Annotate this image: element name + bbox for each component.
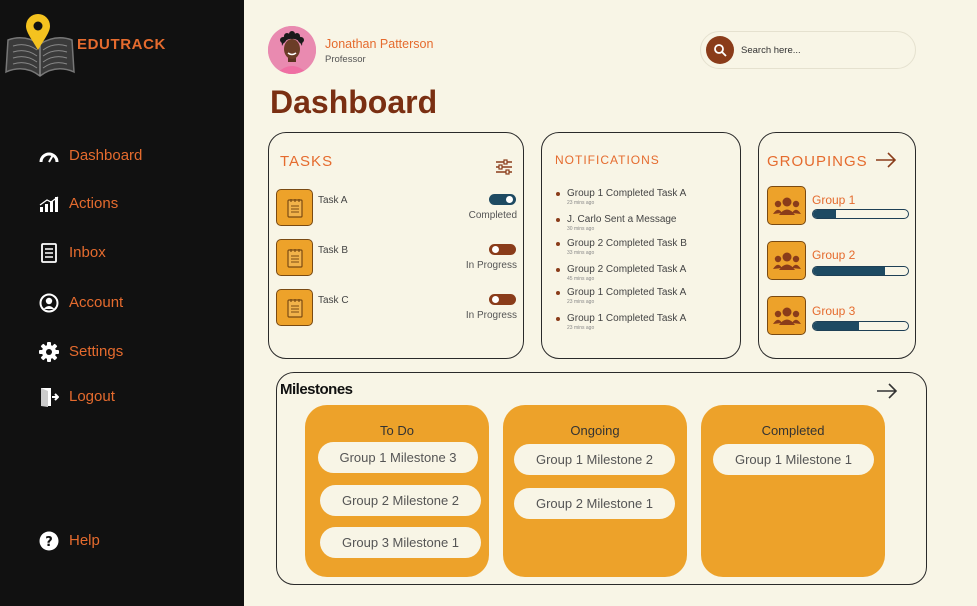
- tasks-card: TASKS Task A Completed Task B In Progres…: [268, 132, 524, 359]
- notification-text: Group 1 Completed Task A: [556, 287, 686, 298]
- search-input[interactable]: [741, 44, 901, 56]
- notification-time: 33 mins ago: [567, 250, 595, 256]
- milestone-column-title: To Do: [380, 423, 414, 438]
- sidebar-item-dashboard[interactable]: Dashboard: [38, 145, 142, 166]
- task-toggle[interactable]: [489, 244, 516, 255]
- svg-text:?: ?: [45, 535, 53, 550]
- task-status: In Progress: [465, 260, 517, 271]
- group-progress-bar: [812, 266, 909, 276]
- bar-chart-icon: [38, 193, 59, 214]
- sidebar-item-label: Settings: [69, 343, 124, 360]
- groupings-title: GROUPINGS: [767, 153, 868, 170]
- group-name: Group 3: [812, 304, 856, 318]
- milestone-column-title: Ongoing: [570, 423, 620, 438]
- users-icon[interactable]: [767, 186, 806, 225]
- milestone-column-title: Completed: [761, 423, 825, 438]
- group-name: Group 2: [812, 248, 856, 262]
- sidebar-item-inbox[interactable]: Inbox: [38, 242, 106, 263]
- notifications-title: NOTIFICATIONS: [555, 153, 660, 167]
- group-progress-bar: [812, 321, 909, 331]
- notification-item[interactable]: Group 1 Completed Task A 23 mins ago: [556, 313, 686, 331]
- arrow-right-icon[interactable]: [876, 382, 898, 405]
- notification-time: 23 mins ago: [567, 325, 595, 331]
- notification-item[interactable]: Group 1 Completed Task A 23 mins ago: [556, 188, 686, 206]
- avatar[interactable]: [268, 26, 316, 74]
- sidebar: EDUTRACK Dashboard Actions Inbox Account…: [0, 0, 244, 606]
- notification-time: 23 mins ago: [567, 299, 595, 305]
- sidebar-item-settings[interactable]: Settings: [38, 341, 123, 362]
- profile-name: Jonathan Patterson: [325, 37, 434, 51]
- milestone-item[interactable]: Group 2 Milestone 1: [514, 488, 675, 519]
- page-title: Dashboard: [270, 84, 438, 120]
- notifications-card: NOTIFICATIONS Group 1 Completed Task A 2…: [541, 132, 741, 359]
- group-name: Group 1: [812, 193, 856, 207]
- notification-text: Group 2 Completed Task B: [556, 238, 687, 249]
- notification-text: Group 2 Completed Task A: [556, 264, 686, 275]
- task-status: Completed: [468, 210, 517, 221]
- sidebar-item-actions[interactable]: Actions: [38, 193, 118, 214]
- notification-time: 30 mins ago: [567, 226, 595, 232]
- notification-text: Group 1 Completed Task A: [556, 313, 686, 324]
- milestone-column-ongoing: Ongoing Group 1 Milestone 2 Group 2 Mile…: [503, 405, 687, 577]
- notification-item[interactable]: Group 2 Completed Task B 33 mins ago: [556, 238, 687, 256]
- sidebar-item-help[interactable]: ? Help: [38, 530, 100, 551]
- arrow-right-icon[interactable]: [875, 151, 897, 174]
- sidebar-item-label: Dashboard: [69, 147, 143, 164]
- sidebar-item-label: Logout: [69, 388, 115, 405]
- task-toggle[interactable]: [489, 294, 516, 305]
- notification-time: 45 mins ago: [567, 276, 595, 282]
- sidebar-item-logout[interactable]: Logout: [38, 386, 115, 407]
- notepad-icon[interactable]: [276, 189, 313, 226]
- milestone-item[interactable]: Group 3 Milestone 1: [320, 527, 481, 558]
- milestone-column-completed: Completed Group 1 Milestone 1: [701, 405, 885, 577]
- task-toggle[interactable]: [489, 194, 516, 205]
- tasks-title: TASKS: [280, 153, 334, 170]
- notification-item[interactable]: Group 2 Completed Task A 45 mins ago: [556, 264, 686, 282]
- speedometer-icon: [38, 145, 59, 166]
- group-progress-bar: [812, 209, 909, 219]
- milestone-item[interactable]: Group 2 Milestone 2: [320, 485, 481, 516]
- group-progress-fill: [813, 322, 859, 330]
- users-icon[interactable]: [767, 241, 806, 280]
- book-location-pin-icon: [4, 14, 76, 80]
- sidebar-item-label: Account: [69, 294, 124, 311]
- sidebar-item-account[interactable]: Account: [38, 292, 123, 313]
- task-name: Task B: [318, 245, 349, 256]
- brand-name: EDUTRACK: [77, 36, 166, 53]
- users-icon[interactable]: [767, 296, 806, 335]
- milestones-title: Milestones: [280, 381, 353, 398]
- document-icon: [38, 242, 59, 263]
- milestone-column-todo: To Do Group 1 Milestone 3 Group 2 Milest…: [305, 405, 489, 577]
- group-progress-fill: [813, 210, 836, 218]
- task-status: In Progress: [465, 310, 517, 321]
- milestone-item[interactable]: Group 1 Milestone 2: [514, 444, 675, 475]
- door-exit-icon: [38, 386, 59, 407]
- groupings-card: GROUPINGS Group 1 Group 2 Group 3: [758, 132, 916, 359]
- sliders-icon[interactable]: [495, 159, 513, 180]
- profile-role: Professor: [325, 54, 366, 65]
- sidebar-item-label: Actions: [69, 195, 119, 212]
- gear-icon: [38, 341, 59, 362]
- group-progress-fill: [813, 267, 886, 275]
- notification-text: Group 1 Completed Task A: [556, 188, 686, 199]
- milestone-item[interactable]: Group 1 Milestone 3: [318, 442, 478, 473]
- user-circle-icon: [38, 292, 59, 313]
- task-name: Task C: [318, 295, 349, 306]
- notification-text: J. Carlo Sent a Message: [556, 214, 677, 225]
- search-bar[interactable]: [700, 31, 916, 69]
- search-icon[interactable]: [706, 36, 734, 64]
- notepad-icon[interactable]: [276, 289, 313, 326]
- notepad-icon[interactable]: [276, 239, 313, 276]
- question-circle-icon: ?: [38, 530, 59, 551]
- notification-item[interactable]: J. Carlo Sent a Message 30 mins ago: [556, 214, 677, 232]
- milestone-item[interactable]: Group 1 Milestone 1: [713, 444, 874, 475]
- sidebar-item-label: Help: [69, 532, 100, 549]
- milestones-card: Milestones To Do Group 1 Milestone 3 Gro…: [276, 372, 927, 585]
- sidebar-item-label: Inbox: [69, 244, 106, 261]
- task-name: Task A: [318, 195, 348, 206]
- notification-item[interactable]: Group 1 Completed Task A 23 mins ago: [556, 287, 686, 305]
- notification-time: 23 mins ago: [567, 200, 595, 206]
